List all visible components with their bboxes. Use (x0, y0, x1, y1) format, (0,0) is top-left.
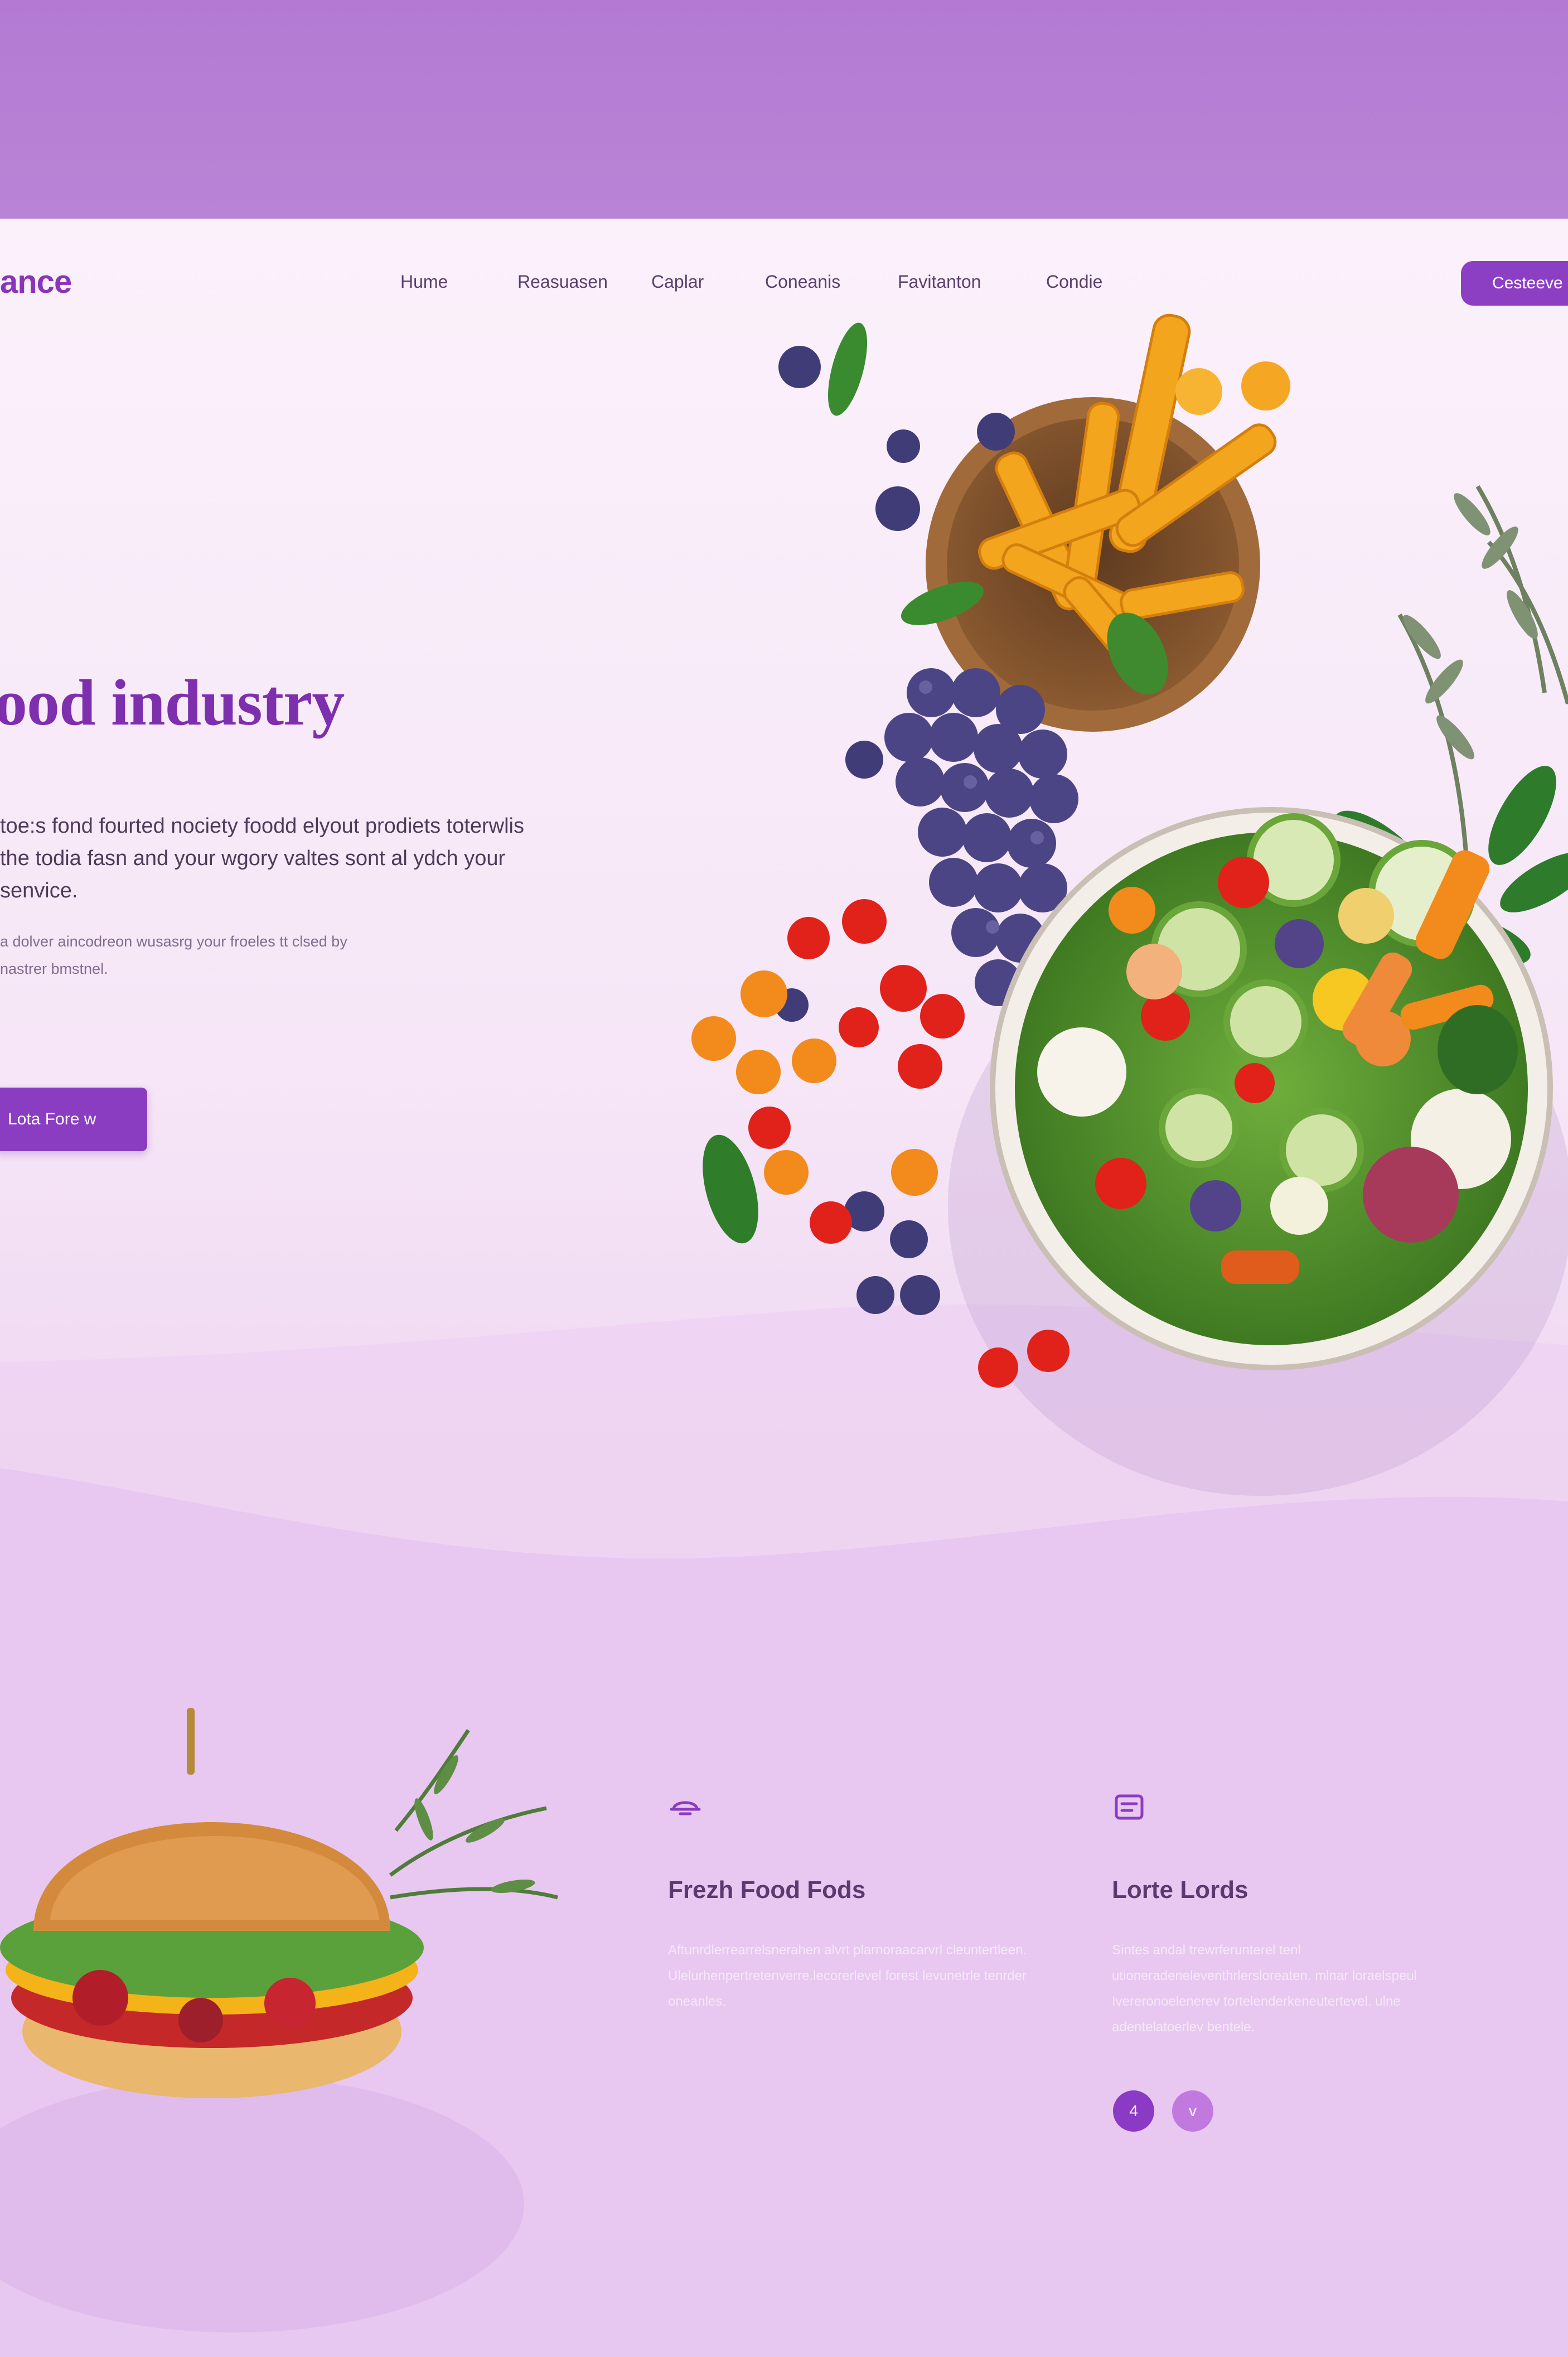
hero-cta-button[interactable]: Lota Fore w (0, 1088, 147, 1151)
nav-item-foundation[interactable]: Favitanton (898, 272, 981, 292)
nav-cta-button[interactable]: Cesteeve (1461, 261, 1568, 306)
feature-title-lorte-lords: Lorte Lords (1112, 1876, 1248, 1904)
pager-dot-2[interactable]: v (1172, 2090, 1213, 2132)
top-banner (0, 0, 1568, 219)
nav-item-capital[interactable]: Caplar (651, 272, 704, 292)
hero-subtext: a dolver aincodreon wusasrg your froeles… (0, 933, 347, 977)
feature-text-lorte-lords: Sintes andal trewrferunterel tenl utione… (1112, 1943, 1417, 2035)
pager-dot-1[interactable]: 4 (1113, 2090, 1154, 2132)
dish-icon (670, 1801, 701, 1815)
feature-title-fresh-food: Frezh Food Fods (668, 1876, 866, 1904)
feature-text-fresh-food: Aftunrdlerrearrelsnerahen alvrt plarnora… (668, 1943, 1027, 2009)
nav-item-home[interactable]: Hume (400, 272, 448, 292)
menu-icon (1115, 1794, 1144, 1820)
nav-item-contents[interactable]: Coneanis (765, 272, 840, 292)
hero-food-image (691, 313, 1568, 1496)
nav-item-resources[interactable]: Reasuasen (517, 272, 608, 292)
brand-logo[interactable]: ance (0, 263, 72, 301)
hero-title: ood industry (0, 666, 345, 739)
hero-description: toe:s fond fourted nociety foodd elyout … (0, 814, 524, 902)
nav-item-contact[interactable]: Condie (1046, 272, 1102, 292)
burger-image (0, 1708, 558, 2098)
landing-page: ance Hume Reasuasen Caplar Coneanis Favi… (0, 219, 1568, 2357)
